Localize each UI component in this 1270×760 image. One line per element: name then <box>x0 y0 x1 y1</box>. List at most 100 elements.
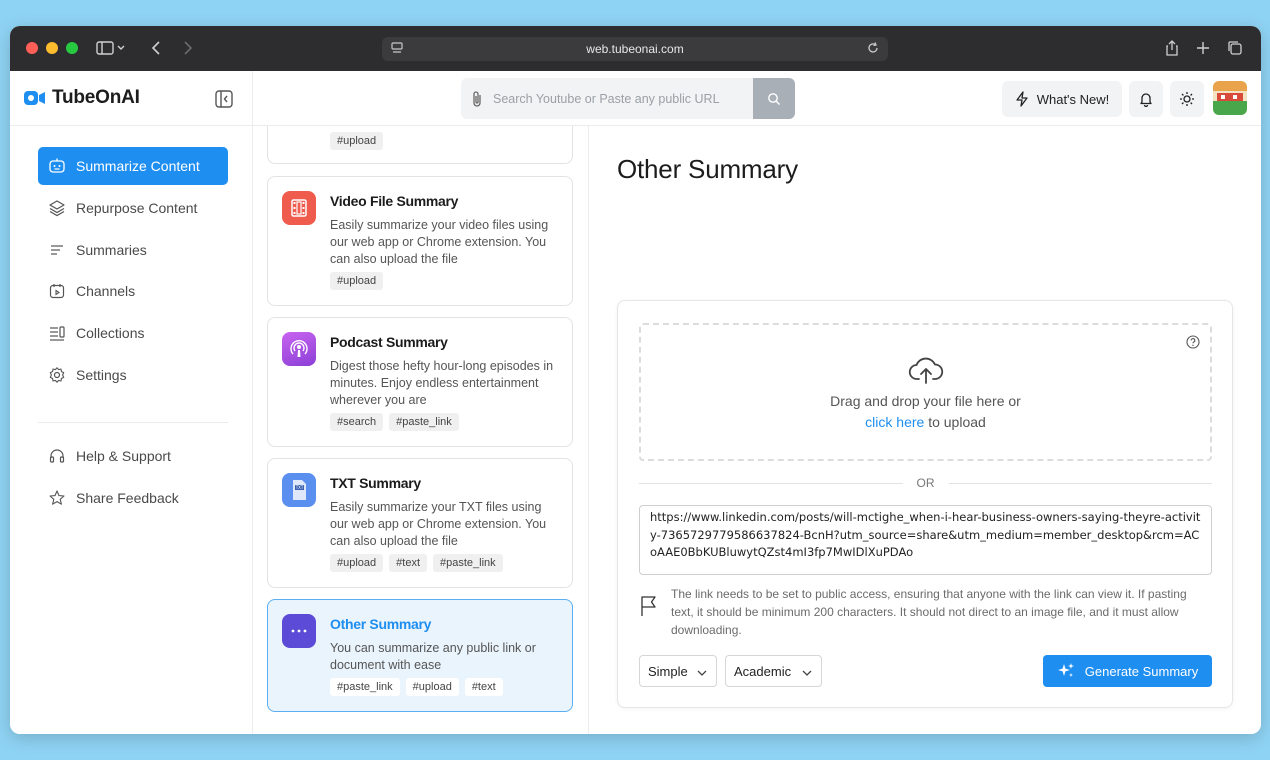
sidebar-item-repurpose-content[interactable]: Repurpose Content <box>38 189 228 227</box>
style-select[interactable]: Academic <box>725 655 822 687</box>
reload-icon[interactable] <box>866 41 880 58</box>
or-label: OR <box>916 476 935 490</box>
summary-type-list: #upload Video File Summary Easily summar… <box>253 126 589 734</box>
access-note: The link needs to be set to public acces… <box>639 585 1212 637</box>
app-logo[interactable]: TubeOnAI <box>24 87 140 109</box>
new-tab-icon[interactable] <box>1193 38 1213 58</box>
sidebar-item-settings[interactable]: Settings <box>38 356 228 394</box>
share-icon[interactable] <box>1162 38 1182 58</box>
sparkle-icon <box>1057 663 1074 677</box>
help-icon[interactable] <box>1186 335 1200 354</box>
forward-icon[interactable] <box>178 38 198 58</box>
card-other-summary[interactable]: Other Summary You can summarize any publ… <box>267 599 573 712</box>
bell-icon <box>1140 93 1152 107</box>
tag: #upload <box>330 554 384 572</box>
file-dropzone[interactable]: Drag and drop your file here or click he… <box>639 323 1212 461</box>
search-input[interactable] <box>493 91 748 106</box>
card-tags: #search #paste_link <box>330 413 459 431</box>
gear-icon <box>49 367 65 383</box>
app-root: TubeOnAI What's New! <box>10 71 1261 734</box>
theme-toggle-button[interactable] <box>1170 81 1204 117</box>
sidebar-item-share-feedback[interactable]: Share Feedback <box>38 479 228 517</box>
sidebar-item-help-support[interactable]: Help & Support <box>38 437 228 475</box>
browser-window: web.tubeonai.com TubeOnAI Search Youtube… <box>10 26 1261 734</box>
card-title: Video File Summary <box>330 193 459 209</box>
main-content: Other Summary Drag and drop your file he… <box>590 126 1261 734</box>
whats-new-button[interactable]: What's New! <box>1002 81 1122 117</box>
back-icon[interactable] <box>146 38 166 58</box>
click-here-link[interactable]: click here <box>865 414 924 430</box>
star-icon <box>49 490 65 505</box>
length-select-value: Simple <box>648 663 688 679</box>
flag-icon <box>639 595 659 622</box>
sidebar-item-collections[interactable]: Collections <box>38 314 228 352</box>
svg-text:TXT: TXT <box>295 485 304 490</box>
sidebar-item-label: Share Feedback <box>76 490 179 506</box>
card-txt-summary[interactable]: TXT TXT Summary Easily summarize your TX… <box>267 458 573 588</box>
sidebar-item-summarize-content[interactable]: Summarize Content <box>38 147 228 185</box>
search-button[interactable] <box>753 78 795 119</box>
maximize-window-button[interactable] <box>66 42 78 54</box>
tag: #search <box>330 413 384 431</box>
drop-suffix: to upload <box>928 414 986 430</box>
card-description: Easily summarize your TXT files using ou… <box>330 500 547 548</box>
chevron-down-icon <box>696 666 708 681</box>
tag: #upload <box>405 678 459 696</box>
card-tags: #upload <box>330 272 384 290</box>
user-avatar[interactable] <box>1213 81 1247 115</box>
tag: #text <box>464 678 503 696</box>
sidebar-item-summaries[interactable]: Summaries <box>38 231 228 269</box>
sidebar-item-label: Settings <box>76 367 127 383</box>
app-name: TubeOnAI <box>52 87 140 108</box>
card-video-file-summary[interactable]: Video File Summary Easily summarize your… <box>267 176 573 306</box>
tab-overview-icon[interactable] <box>1225 38 1245 58</box>
address-url: web.tubeonai.com <box>586 42 684 56</box>
collapse-sidebar-icon[interactable] <box>214 89 234 109</box>
attach-icon[interactable] <box>461 90 493 108</box>
card-title: Other Summary <box>330 616 432 632</box>
tag: #paste_link <box>389 413 459 431</box>
summary-input-panel: Drag and drop your file here or click he… <box>617 300 1233 708</box>
window-controls <box>26 42 78 54</box>
podcast-icon <box>282 332 316 366</box>
page-title: Other Summary <box>617 154 798 184</box>
sidebar-item-label: Summaries <box>76 242 147 258</box>
drop-instruction: Drag and drop your file here or <box>830 393 1021 409</box>
card-tags: #upload <box>330 132 384 150</box>
length-select[interactable]: Simple <box>639 655 717 687</box>
card-podcast-summary[interactable]: Podcast Summary Digest those hefty hour-… <box>267 317 573 447</box>
sidebar-item-label: Repurpose Content <box>76 200 198 216</box>
sidebar-item-channels[interactable]: Channels <box>38 272 228 310</box>
txt-file-icon: TXT <box>282 473 316 507</box>
sidebar: Summarize Content Repurpose Content Summ… <box>10 126 253 734</box>
card-description: Digest those hefty hour-long episodes in… <box>330 359 554 407</box>
tag: #text <box>389 554 428 572</box>
film-icon <box>282 191 316 225</box>
sidebar-toggle-icon[interactable] <box>94 38 128 58</box>
tag: #paste_link <box>330 678 400 696</box>
page-settings-icon[interactable] <box>390 41 404 58</box>
browser-toolbar: web.tubeonai.com <box>10 26 1261 71</box>
sidebar-item-label: Channels <box>76 283 136 299</box>
card-tags: #upload #text #paste_link <box>330 554 503 572</box>
layers-icon <box>49 200 65 217</box>
sidebar-item-label: Collections <box>76 325 145 341</box>
summary-type-card[interactable]: #upload <box>267 126 573 164</box>
generate-summary-label: Generate Summary <box>1084 663 1199 679</box>
sun-icon <box>1180 92 1194 106</box>
notifications-button[interactable] <box>1129 81 1163 117</box>
address-bar[interactable]: web.tubeonai.com <box>382 37 888 61</box>
card-description: You can summarize any public link or doc… <box>330 641 536 672</box>
tag: #upload <box>330 272 384 290</box>
close-window-button[interactable] <box>26 42 38 54</box>
search-bar <box>461 78 795 119</box>
card-tags: #paste_link #upload #text <box>330 678 503 696</box>
dropzone-text: Drag and drop your file here or click he… <box>641 391 1210 433</box>
minimize-window-button[interactable] <box>46 42 58 54</box>
logo-icon <box>24 90 46 106</box>
sidebar-item-label: Help & Support <box>76 448 171 464</box>
collection-icon <box>50 326 65 341</box>
url-input[interactable] <box>639 505 1212 575</box>
card-title: TXT Summary <box>330 475 421 491</box>
generate-summary-button[interactable]: Generate Summary <box>1043 655 1212 687</box>
